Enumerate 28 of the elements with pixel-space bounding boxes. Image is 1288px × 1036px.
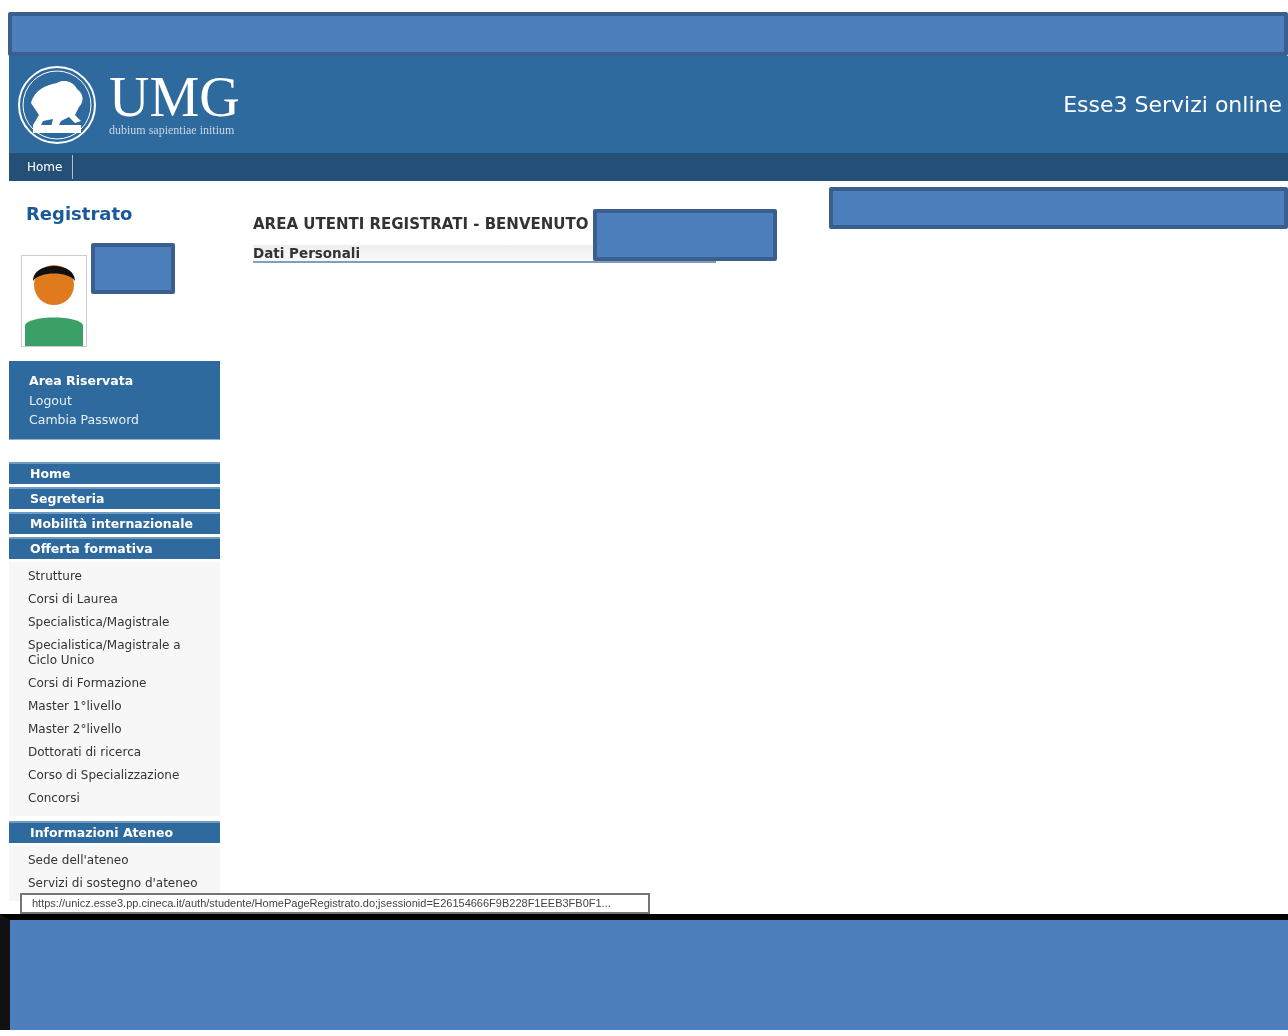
- sidebar-link[interactable]: Cambia Password: [29, 410, 220, 429]
- menu-item[interactable]: Corsi di Laurea: [28, 588, 220, 611]
- logo-motto: dubium sapientiae initium: [109, 123, 236, 138]
- menu-section[interactable]: Mobilità internazionale: [9, 512, 220, 534]
- menu-item[interactable]: Master 1°livello: [28, 695, 220, 718]
- avatar-silhouette-icon: [21, 255, 87, 347]
- app-title: Esse3 Servizi online: [1063, 92, 1283, 117]
- menu-section[interactable]: Segreteria: [9, 487, 220, 509]
- sidebar-link[interactable]: Logout: [29, 391, 220, 410]
- menu-item[interactable]: Master 2°livello: [28, 718, 220, 741]
- menu-item[interactable]: Strutture: [28, 565, 220, 588]
- menu-item[interactable]: Specialistica/Magistrale a Ciclo Unico: [28, 634, 220, 672]
- page-title: AREA UTENTI REGISTRATI - BENVENUTO: [253, 215, 590, 233]
- menu-item[interactable]: Specialistica/Magistrale: [28, 611, 220, 634]
- menu-section[interactable]: Home: [9, 462, 220, 484]
- menu-item[interactable]: Corso di Specializzazione: [28, 764, 220, 787]
- menu-item[interactable]: Sede dell'ateneo: [28, 849, 220, 872]
- menu-section[interactable]: Informazioni Ateneo: [9, 821, 220, 843]
- menu-item[interactable]: Corsi di Formazione: [28, 672, 220, 695]
- user-role: Registrato: [25, 202, 134, 224]
- url-tooltip: https://unicz.esse3.pp.cineca.it/auth/studente/HomePageRegistrato.do;jsessionid=E26154666F9B228F1EEB3FB0F1...: [20, 893, 650, 914]
- menu-item[interactable]: Concorsi: [28, 787, 220, 810]
- logo-title: UMG: [109, 71, 240, 123]
- menu-item[interactable]: Dottorati di ricerca: [28, 741, 220, 764]
- menu-item[interactable]: Servizi di sostegno d'ateneo: [28, 872, 220, 895]
- nav-link[interactable]: Home: [9, 155, 74, 179]
- panel-heading: Area Riservata: [29, 372, 135, 390]
- menu-section[interactable]: Offerta formativa: [9, 537, 220, 559]
